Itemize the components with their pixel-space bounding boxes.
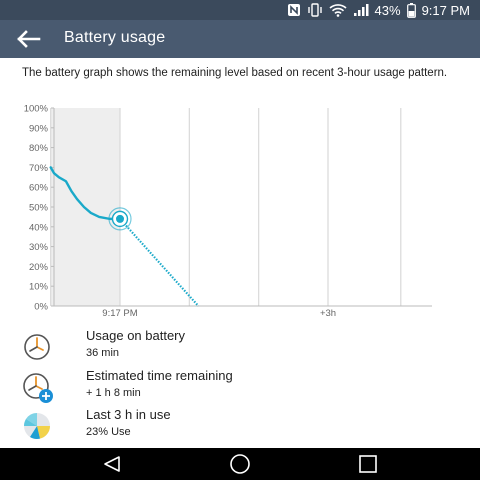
projected-usage-line xyxy=(119,218,200,307)
page-title: Battery usage xyxy=(64,29,166,46)
battery-graph: 100% 90% 80% 70% 60% 50% 40% 30% 20% 10% 0% 9:17 PM… xyxy=(24,104,432,319)
status-time: 9:17 PM xyxy=(421,2,470,18)
status-bar: 43% 9:17 PM xyxy=(0,0,480,20)
x-tick-label-plus3h: +3h xyxy=(320,308,336,319)
signal-icon xyxy=(353,2,369,18)
usage-on-battery-row: Usage on battery 36 min xyxy=(0,328,480,368)
battery-icon xyxy=(406,2,416,18)
clock-plus-icon xyxy=(22,372,53,403)
y-tick-label: 90% xyxy=(29,123,49,134)
arrow-left-icon[interactable] xyxy=(14,26,42,52)
usage-on-battery-value: 36 min xyxy=(86,347,120,359)
estimated-time-value: + 1 h 8 min xyxy=(86,387,141,399)
y-tick-label: 100% xyxy=(24,104,49,115)
last-3h-row: Last 3 h in use 23% Use xyxy=(0,407,480,447)
y-tick-label: 10% xyxy=(29,282,49,293)
home-circle-icon[interactable] xyxy=(220,452,260,476)
vibrate-icon xyxy=(307,2,323,18)
graph-description: The battery graph shows the remaining le… xyxy=(22,67,448,79)
app-bar: Battery usage xyxy=(0,20,480,58)
battery-percent: 43% xyxy=(374,2,401,18)
nfc-icon xyxy=(287,2,301,18)
estimated-time-row: Estimated time remaining + 1 h 8 min xyxy=(0,368,480,408)
last-3h-title: Last 3 h in use xyxy=(86,407,171,422)
pie-usage-icon xyxy=(22,411,52,441)
y-tick-label: 80% xyxy=(29,143,49,154)
y-tick-label: 20% xyxy=(29,262,49,273)
y-tick-label: 0% xyxy=(34,302,48,313)
last-3h-value: 23% Use xyxy=(86,426,131,438)
status-icons: 43% 9:17 PM xyxy=(287,2,470,18)
y-tick-label: 70% xyxy=(29,163,49,174)
y-tick-label: 50% xyxy=(29,203,49,214)
clock-icon xyxy=(22,332,52,362)
usage-on-battery-title: Usage on battery xyxy=(86,328,186,343)
current-level-dot xyxy=(116,214,124,223)
y-tick-label: 60% xyxy=(29,183,49,194)
navigation-bar xyxy=(0,448,480,480)
y-tick-label: 30% xyxy=(29,242,49,253)
recents-square-icon[interactable] xyxy=(348,452,388,476)
wifi-icon xyxy=(329,2,347,18)
y-tick-label: 40% xyxy=(29,222,49,233)
back-triangle-icon[interactable] xyxy=(92,452,132,476)
x-tick-label-now: 9:17 PM xyxy=(102,308,137,319)
estimated-time-title: Estimated time remaining xyxy=(86,368,233,383)
